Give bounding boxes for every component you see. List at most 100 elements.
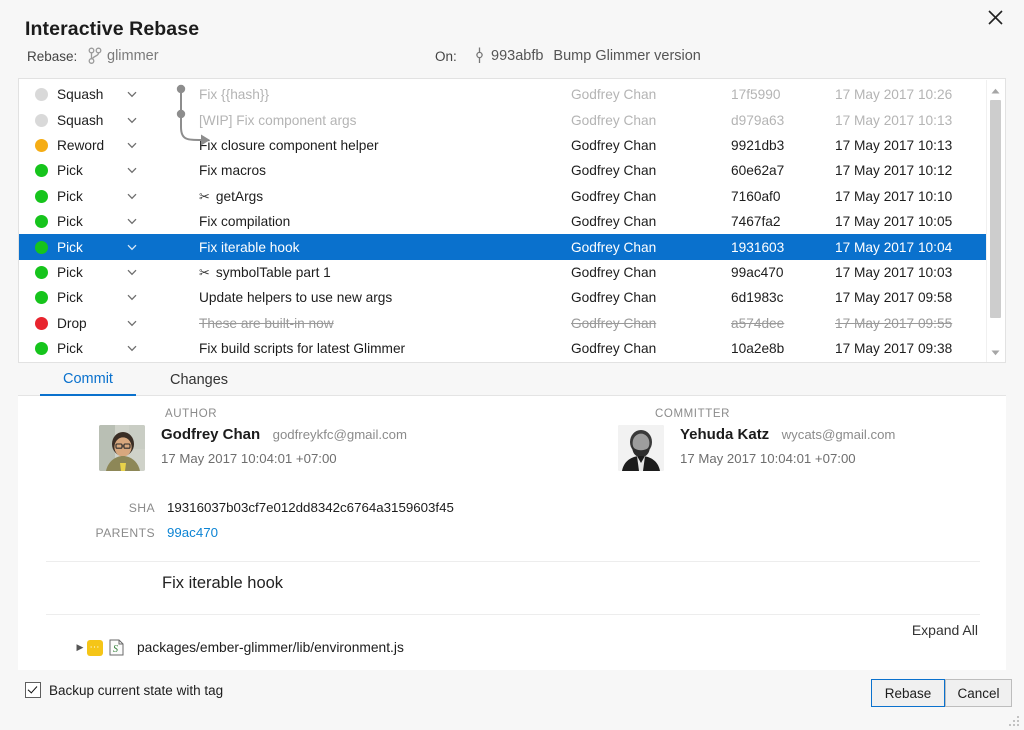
action-status-dot: [35, 317, 48, 330]
commit-action-select[interactable]: Pick: [19, 240, 141, 255]
commit-message: Fix build scripts for latest Glimmer: [199, 341, 405, 356]
commit-action-select[interactable]: Pick: [19, 341, 141, 356]
action-status-dot: [35, 215, 48, 228]
commit-row[interactable]: SquashFix {{hash}}Godfrey Chan17f599017 …: [19, 82, 987, 107]
commit-message-cell: Fix compilation: [199, 214, 571, 229]
commit-hash: 17f5990: [731, 87, 819, 102]
dialog-footer: Backup current state with tag Rebase Can…: [0, 670, 1024, 730]
commit-row[interactable]: Pick✂getArgsGodfrey Chan7160af017 May 20…: [19, 184, 987, 209]
commit-row[interactable]: PickFix macrosGodfrey Chan60e62a717 May …: [19, 158, 987, 183]
commit-action-select[interactable]: Squash: [19, 87, 141, 102]
commit-action-select[interactable]: Pick: [19, 214, 141, 229]
scrollbar-down-button[interactable]: [987, 344, 1004, 361]
commit-subject: Fix iterable hook: [162, 574, 283, 593]
commit-action-select[interactable]: Drop: [19, 316, 141, 331]
commit-action-select[interactable]: Pick: [19, 163, 141, 178]
chevron-down-icon[interactable]: [123, 193, 141, 200]
commit-row[interactable]: PickUpdate helpers to use new argsGodfre…: [19, 285, 987, 310]
commit-row[interactable]: Pick Fix build scripts for latest Glimmer…: [19, 336, 987, 361]
tab-commit[interactable]: Commit: [40, 363, 136, 396]
action-status-dot: [35, 342, 48, 355]
commit-action-select[interactable]: Pick: [19, 189, 141, 204]
commit-row[interactable]: RewordFix closure component helperGodfre…: [19, 133, 987, 158]
commit-action-select[interactable]: Reword: [19, 138, 141, 153]
source-branch[interactable]: glimmer: [88, 47, 159, 64]
committer-email: wycats@gmail.com: [782, 427, 896, 442]
action-status-dot: [35, 291, 48, 304]
action-label: Pick: [57, 265, 123, 280]
chevron-down-icon[interactable]: [123, 345, 141, 352]
action-status-dot: [35, 139, 48, 152]
avatar-image: [99, 425, 145, 471]
checkbox-box[interactable]: [25, 682, 41, 698]
chevron-down-icon[interactable]: [123, 269, 141, 276]
parents-label: PARENTS: [73, 526, 155, 540]
commit-author: Godfrey Chan: [571, 214, 731, 229]
action-label: Pick: [57, 341, 123, 356]
committer-block: COMMITTER Yehuda Katz wycats@gm: [618, 408, 998, 471]
chevron-down-icon[interactable]: [123, 244, 141, 251]
file-path: packages/ember-glimmer/lib/environment.j…: [137, 640, 404, 655]
chevron-down-icon[interactable]: [123, 218, 141, 225]
svg-text:S: S: [113, 644, 118, 655]
target-commit-message: Bump Glimmer version: [553, 48, 700, 64]
file-list-item[interactable]: ▶ ⋯ S packages/ember-glimmer/lib/environ…: [73, 639, 404, 656]
scissors-icon: ✂: [199, 266, 210, 279]
author-email: godfreykfc@gmail.com: [273, 427, 407, 442]
scrollbar-thumb[interactable]: [990, 100, 1001, 318]
commit-row[interactable]: Squash[WIP] Fix component argsGodfrey Ch…: [19, 107, 987, 132]
parents-row: PARENTS 99ac470: [73, 525, 218, 540]
author-block: AUTHOR: [73, 408, 593, 471]
committer-name: Yehuda Katz: [680, 426, 769, 443]
commit-message-cell: ✂getArgs: [199, 189, 571, 204]
resize-grip-icon[interactable]: [1008, 715, 1020, 727]
chevron-down-icon[interactable]: [123, 142, 141, 149]
author-date: 17 May 2017 10:04:01 +07:00: [161, 451, 407, 466]
triangle-right-icon[interactable]: ▶: [73, 642, 87, 653]
scrollbar-up-button[interactable]: [987, 82, 1004, 99]
rebase-button[interactable]: Rebase: [871, 679, 945, 707]
backup-checkbox[interactable]: Backup current state with tag: [25, 682, 223, 698]
tab-changes[interactable]: Changes: [151, 363, 247, 396]
target-commit[interactable]: 993abfb Bump Glimmer version: [474, 47, 701, 64]
commit-message: getArgs: [216, 189, 263, 204]
commit-hash: 6d1983c: [731, 290, 819, 305]
commit-hash: 99ac470: [731, 265, 819, 280]
parent-hash-link[interactable]: 99ac470: [167, 525, 218, 540]
committer-avatar: [618, 425, 664, 471]
chevron-down-icon[interactable]: [123, 167, 141, 174]
chevron-up-icon: [991, 88, 1000, 94]
commit-row[interactable]: Pick✂symbolTable part 1Godfrey Chan99ac4…: [19, 260, 987, 285]
commit-action-select[interactable]: Squash: [19, 113, 141, 128]
commit-action-select[interactable]: Pick: [19, 290, 141, 305]
commit-author: Godfrey Chan: [571, 316, 731, 331]
commit-date: 17 May 2017 09:38: [819, 341, 979, 356]
cancel-button[interactable]: Cancel: [945, 679, 1012, 707]
commit-message-cell: [WIP] Fix component args: [199, 113, 571, 128]
backup-checkbox-label: Backup current state with tag: [49, 683, 223, 698]
commit-message: symbolTable part 1: [216, 265, 331, 280]
action-status-dot: [35, 241, 48, 254]
chevron-down-icon[interactable]: [123, 91, 141, 98]
action-label: Reword: [57, 138, 123, 153]
commit-list-scrollbar[interactable]: [986, 80, 1004, 363]
commit-hash: 9921db3: [731, 138, 819, 153]
commit-rows: SquashFix {{hash}}Godfrey Chan17f599017 …: [19, 82, 987, 361]
commit-message: Fix closure component helper: [199, 138, 379, 153]
chevron-down-icon[interactable]: [123, 320, 141, 327]
commit-list[interactable]: SquashFix {{hash}}Godfrey Chan17f599017 …: [18, 78, 1006, 363]
detail-tabs: Commit Changes: [18, 363, 1006, 396]
chevron-down-icon[interactable]: [123, 117, 141, 124]
close-button[interactable]: [972, 0, 1018, 34]
expand-all-button[interactable]: Expand All: [912, 622, 978, 638]
commit-action-select[interactable]: Pick: [19, 265, 141, 280]
chevron-down-icon[interactable]: [123, 294, 141, 301]
target-commit-hash: 993abfb: [491, 48, 543, 64]
commit-row[interactable]: DropThese are built-in nowGodfrey Chana5…: [19, 311, 987, 336]
commit-row[interactable]: PickFix compilationGodfrey Chan7467fa217…: [19, 209, 987, 234]
files-divider: [46, 614, 980, 615]
commit-author: Godfrey Chan: [571, 341, 731, 356]
commit-row[interactable]: PickFix iterable hookGodfrey Chan1931603…: [19, 234, 987, 259]
commit-hash: 7467fa2: [731, 214, 819, 229]
commit-author: Godfrey Chan: [571, 87, 731, 102]
